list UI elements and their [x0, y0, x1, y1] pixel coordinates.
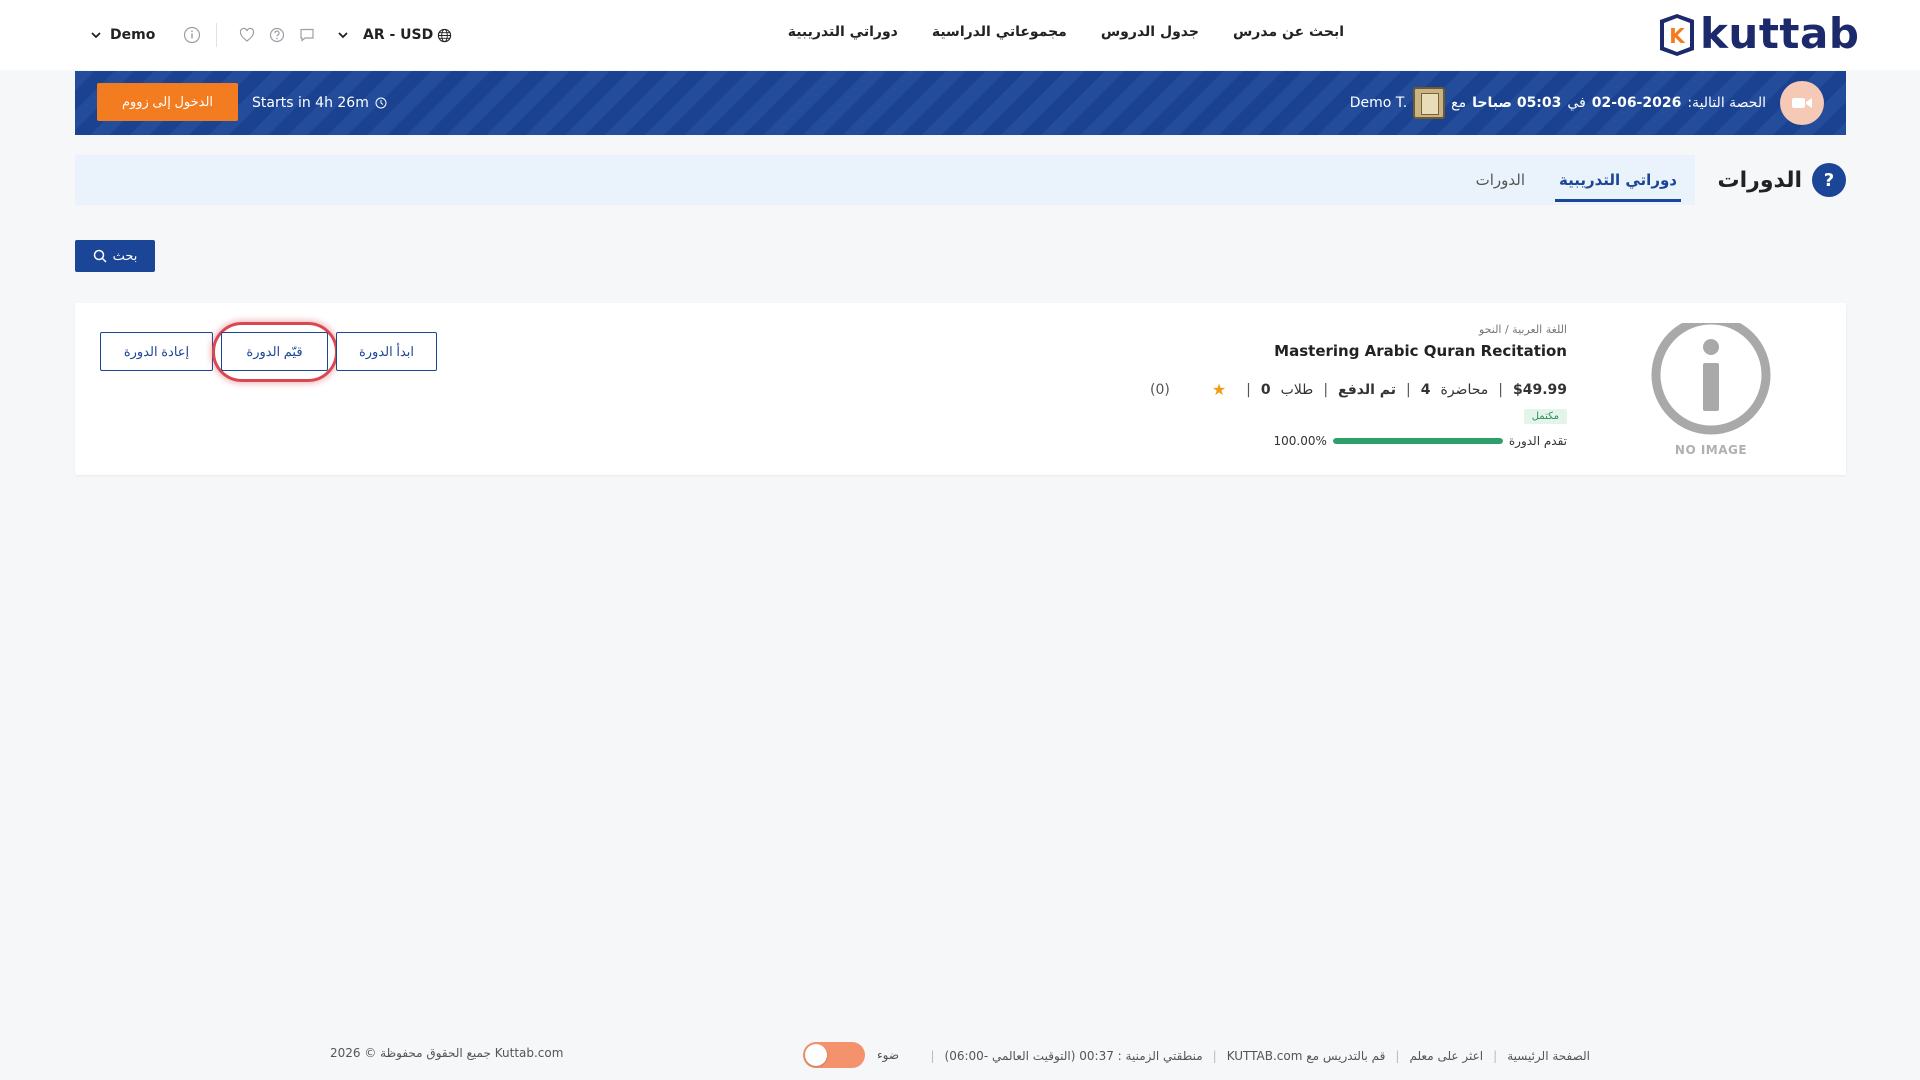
lesson-countdown: Starts in 4h 26m — [252, 93, 387, 113]
user-name: Demo — [110, 27, 156, 43]
info-placeholder-icon — [1651, 323, 1771, 435]
next-lesson-info: الحصة التالية: 02-06-2026 في 05:03 صباحا… — [1349, 87, 1766, 119]
tab-my-courses[interactable]: دوراتي التدريبية — [1554, 161, 1682, 202]
starts-in-text: Starts in 4h 26m — [252, 95, 369, 111]
lectures-count: 4 — [1420, 381, 1431, 398]
progress-bar-fill — [1332, 438, 1503, 444]
rating-count: (0) — [1149, 381, 1170, 398]
logo-book-icon: K — [1656, 12, 1698, 56]
logo-letter: K — [1669, 24, 1686, 48]
footer-links: الصفحة الرئيسية | اعثر على معلم | قم بال… — [930, 1046, 1590, 1066]
meta-separator: | — [1406, 381, 1411, 398]
currency-dropdown-chevron-icon[interactable] — [331, 20, 355, 50]
tab-courses[interactable]: الدورات — [1472, 161, 1529, 199]
tabs-bar: دوراتي التدريبية الدورات — [75, 155, 1695, 205]
divider — [216, 23, 217, 47]
help-icon[interactable] — [265, 20, 289, 50]
theme-switch[interactable] — [803, 1042, 865, 1068]
search-button-label: بحث — [112, 248, 138, 263]
star-icon: ★ — [1211, 380, 1227, 399]
start-course-button[interactable]: ابدأ الدورة — [336, 332, 437, 371]
footer-link-find-teacher[interactable]: اعثر على معلم — [1409, 1049, 1483, 1063]
footer-separator: | — [1395, 1049, 1400, 1063]
rate-course-button[interactable]: قيّم الدورة — [221, 332, 328, 371]
meta-separator: | — [1498, 381, 1503, 398]
next-lesson-time: 05:03 صباحا — [1472, 95, 1562, 111]
progress-bar — [1332, 438, 1503, 444]
payment-status: تم الدفع — [1338, 381, 1397, 398]
footer-separator: | — [930, 1049, 935, 1063]
progress-percent: 100.00% — [1273, 434, 1327, 448]
lectures-label: محاضرة — [1440, 381, 1489, 398]
theme-label: ضوء — [877, 1048, 900, 1062]
theme-toggle[interactable]: ضوء — [803, 1042, 899, 1068]
meta-separator: | — [1246, 381, 1251, 398]
teacher-avatar — [1413, 87, 1446, 119]
currency-selector[interactable]: AR - USD — [363, 20, 452, 50]
nav-study-groups[interactable]: مجموعاتي الدراسية — [932, 24, 1067, 46]
search-icon — [93, 249, 107, 263]
nav-my-courses[interactable]: دوراتي التدريبية — [788, 24, 898, 46]
main-nav: ابحث عن مدرس جدول الدروس مجموعاتي الدراس… — [784, 24, 1344, 46]
logo-text: kuttab — [1700, 9, 1860, 58]
at-word: في — [1567, 95, 1586, 111]
help-circle-icon[interactable]: ? — [1812, 163, 1846, 197]
status-badge: مكتمل — [1523, 409, 1567, 424]
with-word: مع — [1451, 95, 1467, 111]
students-count: 0 — [1260, 381, 1271, 398]
footer-timezone[interactable]: منطقتي الزمنية : 00:37 (التوقيت العالمي … — [945, 1049, 1203, 1063]
students-label: طلاب — [1280, 381, 1314, 398]
course-actions: إعادة الدورة قيّم الدورة ابدأ الدورة — [100, 322, 480, 382]
search-button[interactable]: بحث — [75, 240, 155, 272]
course-price: $49.99 — [1512, 381, 1567, 398]
video-camera-icon — [1780, 81, 1824, 125]
course-thumbnail[interactable]: NO IMAGE AVAILABLE — [1636, 323, 1786, 459]
chevron-down-icon — [91, 32, 101, 39]
nav-lesson-schedule[interactable]: جدول الدروس — [1101, 24, 1199, 46]
footer-separator: | — [1493, 1049, 1498, 1063]
next-lesson-label: الحصة التالية: — [1687, 95, 1766, 111]
restart-course-button[interactable]: إعادة الدورة — [100, 332, 213, 371]
footer-link-teach[interactable]: قم بالتدريس مع KUTTAB.com — [1227, 1049, 1386, 1063]
course-details: اللغة العربية / النحو Mastering Arabic Q… — [867, 323, 1567, 448]
nav-find-teacher[interactable]: ابحث عن مدرس — [1233, 24, 1344, 46]
course-title[interactable]: Mastering Arabic Quran Recitation — [867, 342, 1567, 360]
heart-icon[interactable] — [235, 20, 259, 50]
course-card: NO IMAGE AVAILABLE اللغة العربية / النحو… — [75, 303, 1846, 475]
join-zoom-button[interactable]: الدخول إلى زووم — [97, 83, 238, 121]
kuttab-logo[interactable]: K kuttab — [1656, 10, 1859, 58]
page-title: ? الدورات — [1717, 160, 1846, 200]
currency-label: AR - USD — [363, 27, 434, 43]
course-tabs: دوراتي التدريبية الدورات — [1472, 155, 1682, 205]
course-meta: $49.99 | محاضرة 4 | تم الدفع | طلاب 0 | … — [867, 380, 1567, 399]
next-lesson-banner: الحصة التالية: 02-06-2026 في 05:03 صباحا… — [75, 71, 1846, 135]
globe-icon — [438, 28, 452, 42]
page-heading: الدورات — [1717, 167, 1803, 193]
next-lesson-date: 02-06-2026 — [1591, 95, 1682, 111]
footer-separator: | — [1212, 1049, 1217, 1063]
teacher-name: Demo T. — [1349, 95, 1408, 111]
user-menu[interactable]: Demo — [90, 20, 160, 50]
course-progress: تقدم الدورة 100.00% — [867, 434, 1567, 448]
theme-switch-knob — [805, 1044, 827, 1066]
course-category: اللغة العربية / النحو — [1478, 323, 1567, 336]
copyright: جميع الحقوق محفوظة © 2026 Kuttab.com — [330, 1046, 564, 1060]
info-icon[interactable] — [180, 20, 204, 50]
clock-icon — [375, 97, 387, 109]
chat-icon[interactable] — [295, 20, 319, 50]
top-header: K kuttab ابحث عن مدرس جدول الدروس مجموعا… — [0, 0, 1920, 70]
no-image-text: NO IMAGE AVAILABLE — [1672, 443, 1749, 459]
progress-label: تقدم الدورة — [1508, 434, 1567, 448]
footer: الصفحة الرئيسية | اعثر على معلم | قم بال… — [0, 1040, 1920, 1070]
footer-link-home[interactable]: الصفحة الرئيسية — [1507, 1049, 1590, 1063]
meta-separator: | — [1323, 381, 1329, 398]
user-tools: Demo AR - USD — [90, 20, 470, 50]
